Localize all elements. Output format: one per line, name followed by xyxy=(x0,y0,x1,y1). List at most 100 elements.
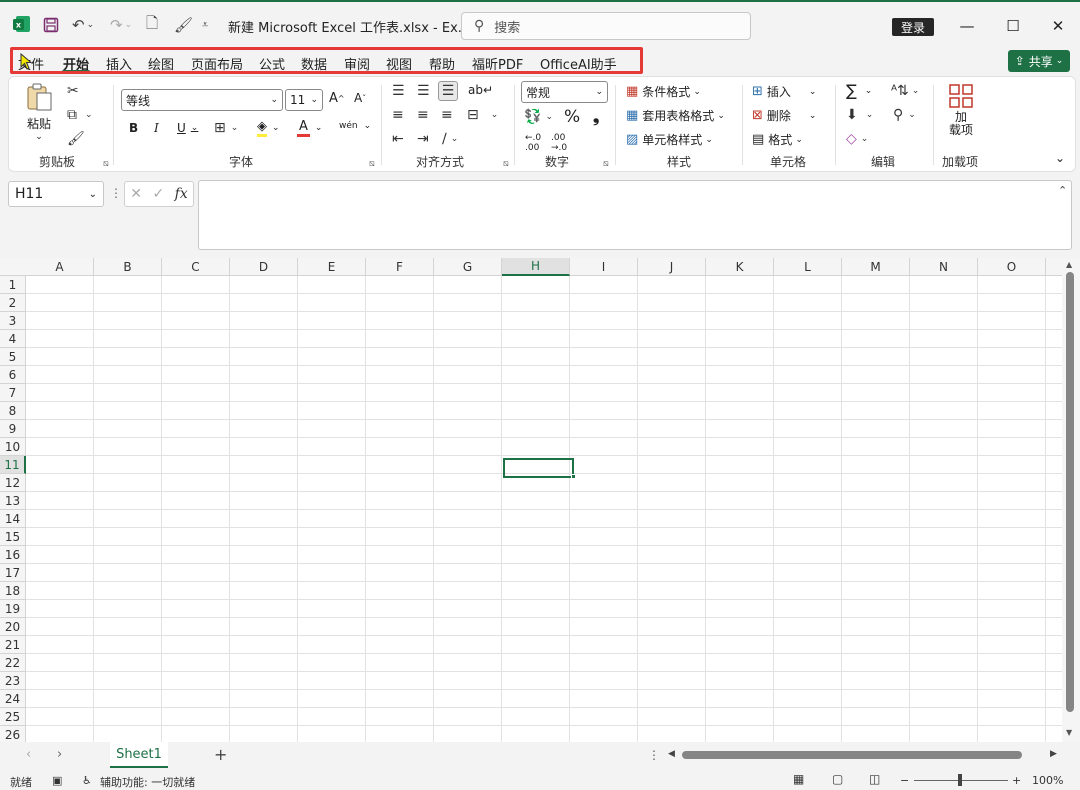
sort-filter-icon[interactable]: ᴬ⇅ ⌄ xyxy=(891,83,919,99)
print-preview-icon[interactable]: 🗋 xyxy=(146,14,158,36)
decrease-decimal-icon[interactable]: .00 →.0 xyxy=(551,133,567,153)
font-size-select[interactable]: 11 ⌄ xyxy=(285,89,323,111)
name-box[interactable]: H11 ⌄ xyxy=(8,181,104,207)
column-header-d[interactable]: D xyxy=(230,258,298,276)
share-button[interactable]: ⇪ 共享 ⌄ xyxy=(1008,50,1070,72)
align-bottom-icon[interactable]: ☰ xyxy=(438,81,458,101)
decrease-indent-icon[interactable]: ⇤ xyxy=(392,131,404,147)
active-cell-h11[interactable] xyxy=(503,458,574,478)
wrap-text-icon[interactable]: ab↵ xyxy=(468,83,493,97)
font-color-button[interactable]: A ⌄ xyxy=(297,119,322,137)
worksheet-grid[interactable]: ABCDEFGHIJKLMNO 1 2 3 4 5 6 7 8 9 10 11 12 13 14 15 16 1… xyxy=(0,258,1080,742)
align-top-icon[interactable]: ☰ xyxy=(392,83,405,99)
format-painter-icon[interactable]: 🖌 xyxy=(67,131,85,147)
number-launcher-icon[interactable]: ⧅ xyxy=(603,159,609,169)
row-header-25[interactable]: 25 xyxy=(0,708,26,726)
row-header-23[interactable]: 23 xyxy=(0,672,26,690)
row-header-10[interactable]: 10 xyxy=(0,438,26,456)
row-header-1[interactable]: 1 xyxy=(0,276,26,294)
page-break-view-icon[interactable]: ◫ xyxy=(869,772,880,786)
comma-style-button[interactable]: ❟ xyxy=(593,107,599,127)
column-header-o[interactable]: O xyxy=(978,258,1046,276)
increase-indent-icon[interactable]: ⇥ xyxy=(417,131,429,147)
fill-icon[interactable]: ⬇ ⌄ xyxy=(846,107,873,123)
format-painter-qa-icon[interactable]: 🖌 xyxy=(174,14,193,36)
row-header-20[interactable]: 20 xyxy=(0,618,26,636)
row-header-7[interactable]: 7 xyxy=(0,384,26,402)
row-header-21[interactable]: 21 xyxy=(0,636,26,654)
borders-icon[interactable]: ⊞ ⌄ xyxy=(214,120,238,136)
align-right-icon[interactable]: ≡ xyxy=(441,107,453,123)
font-name-select[interactable]: 等线 ⌄ xyxy=(121,89,283,111)
cut-icon[interactable]: ✂ xyxy=(67,83,79,99)
maximize-button[interactable]: ☐ xyxy=(1001,14,1025,38)
grow-font-button[interactable]: A ^ xyxy=(329,91,345,106)
undo-icon[interactable]: ↶ ⌄ xyxy=(72,14,94,36)
column-header-h[interactable]: H xyxy=(502,258,570,276)
number-format-select[interactable]: 常规 ⌄ xyxy=(521,81,608,103)
formula-input[interactable] xyxy=(198,180,1072,250)
prev-sheet-icon[interactable]: ‹ xyxy=(26,747,31,762)
merge-center-icon[interactable]: ⊟ ⌄ xyxy=(467,107,498,123)
font-launcher-icon[interactable]: ⧅ xyxy=(369,159,375,169)
zoom-level[interactable]: 100% xyxy=(1032,774,1063,787)
find-select-icon[interactable]: ⚲ ⌄ xyxy=(893,107,916,123)
clear-icon[interactable]: ◇ ⌄ xyxy=(846,131,868,147)
align-middle-icon[interactable]: ☰ xyxy=(417,83,430,99)
fill-color-button[interactable]: ◈ ⌄ xyxy=(257,119,280,137)
row-header-11[interactable]: 11 xyxy=(0,456,26,474)
align-center-icon[interactable]: ≡ xyxy=(417,107,429,123)
minimize-button[interactable]: — xyxy=(955,14,979,38)
phonetic-icon[interactable]: wén ⌄ xyxy=(339,121,371,131)
close-button[interactable]: ✕ xyxy=(1046,14,1070,38)
save-icon[interactable] xyxy=(43,14,59,36)
zoom-in-button[interactable]: + xyxy=(1012,774,1021,787)
conditional-formatting-button[interactable]: ▦ 条件格式 ⌄ xyxy=(626,83,701,100)
collapse-ribbon-chevron-icon[interactable]: ⌄ xyxy=(1055,151,1065,165)
search-box[interactable]: ⚲ 搜索 xyxy=(461,12,751,40)
scroll-right-arrow-icon[interactable]: ▶ xyxy=(1050,749,1057,759)
normal-view-icon[interactable]: ▦ xyxy=(793,772,804,786)
row-header-13[interactable]: 13 xyxy=(0,492,26,510)
alignment-launcher-icon[interactable]: ⧅ xyxy=(503,159,509,169)
row-header-26[interactable]: 26 xyxy=(0,726,26,742)
column-header-a[interactable]: A xyxy=(26,258,94,276)
delete-cells-button[interactable]: ⊠ 删除 ⌄ xyxy=(752,107,816,124)
column-header-i[interactable]: I xyxy=(570,258,638,276)
fill-handle[interactable] xyxy=(571,474,576,479)
column-header-c[interactable]: C xyxy=(162,258,230,276)
paste-button[interactable]: 粘贴 ⌄ xyxy=(25,83,53,142)
percent-button[interactable]: % xyxy=(564,107,580,127)
column-header-j[interactable]: J xyxy=(638,258,706,276)
row-header-18[interactable]: 18 xyxy=(0,582,26,600)
customize-quick-access-icon[interactable]: ⩡ xyxy=(202,14,208,36)
horizontal-scroll-thumb[interactable] xyxy=(682,751,1022,759)
tab-split-handle-icon[interactable]: ⋮ xyxy=(648,748,660,762)
underline-button[interactable]: U ⌄ xyxy=(177,121,198,135)
addins-button[interactable]: 加 载项 xyxy=(948,83,974,137)
add-sheet-icon[interactable]: + xyxy=(214,745,227,764)
bold-button[interactable]: B xyxy=(129,121,138,135)
login-button[interactable]: 登录 xyxy=(892,18,934,36)
scroll-down-arrow-icon[interactable]: ▼ xyxy=(1066,728,1072,737)
zoom-out-button[interactable]: − xyxy=(900,774,909,787)
vertical-scroll-thumb[interactable] xyxy=(1066,272,1074,712)
row-header-5[interactable]: 5 xyxy=(0,348,26,366)
clipboard-launcher-icon[interactable]: ⧅ xyxy=(103,159,109,169)
italic-button[interactable]: I xyxy=(154,121,159,135)
row-header-2[interactable]: 2 xyxy=(0,294,26,312)
row-header-14[interactable]: 14 xyxy=(0,510,26,528)
next-sheet-icon[interactable]: › xyxy=(57,747,62,762)
scroll-up-arrow-icon[interactable]: ▲ xyxy=(1066,260,1072,269)
row-header-9[interactable]: 9 xyxy=(0,420,26,438)
column-header-m[interactable]: M xyxy=(842,258,910,276)
row-header-17[interactable]: 17 xyxy=(0,564,26,582)
autosum-button[interactable]: ∑ ⌄ xyxy=(846,81,872,100)
enter-icon[interactable]: ✓ xyxy=(152,186,164,202)
cell-styles-button[interactable]: ▨ 单元格样式 ⌄ xyxy=(626,131,713,148)
row-header-12[interactable]: 12 xyxy=(0,474,26,492)
copy-icon[interactable]: ⧉ ⌄ xyxy=(67,107,93,123)
row-header-24[interactable]: 24 xyxy=(0,690,26,708)
column-header-k[interactable]: K xyxy=(706,258,774,276)
redo-icon[interactable]: ↷ ⌄ xyxy=(110,14,132,36)
